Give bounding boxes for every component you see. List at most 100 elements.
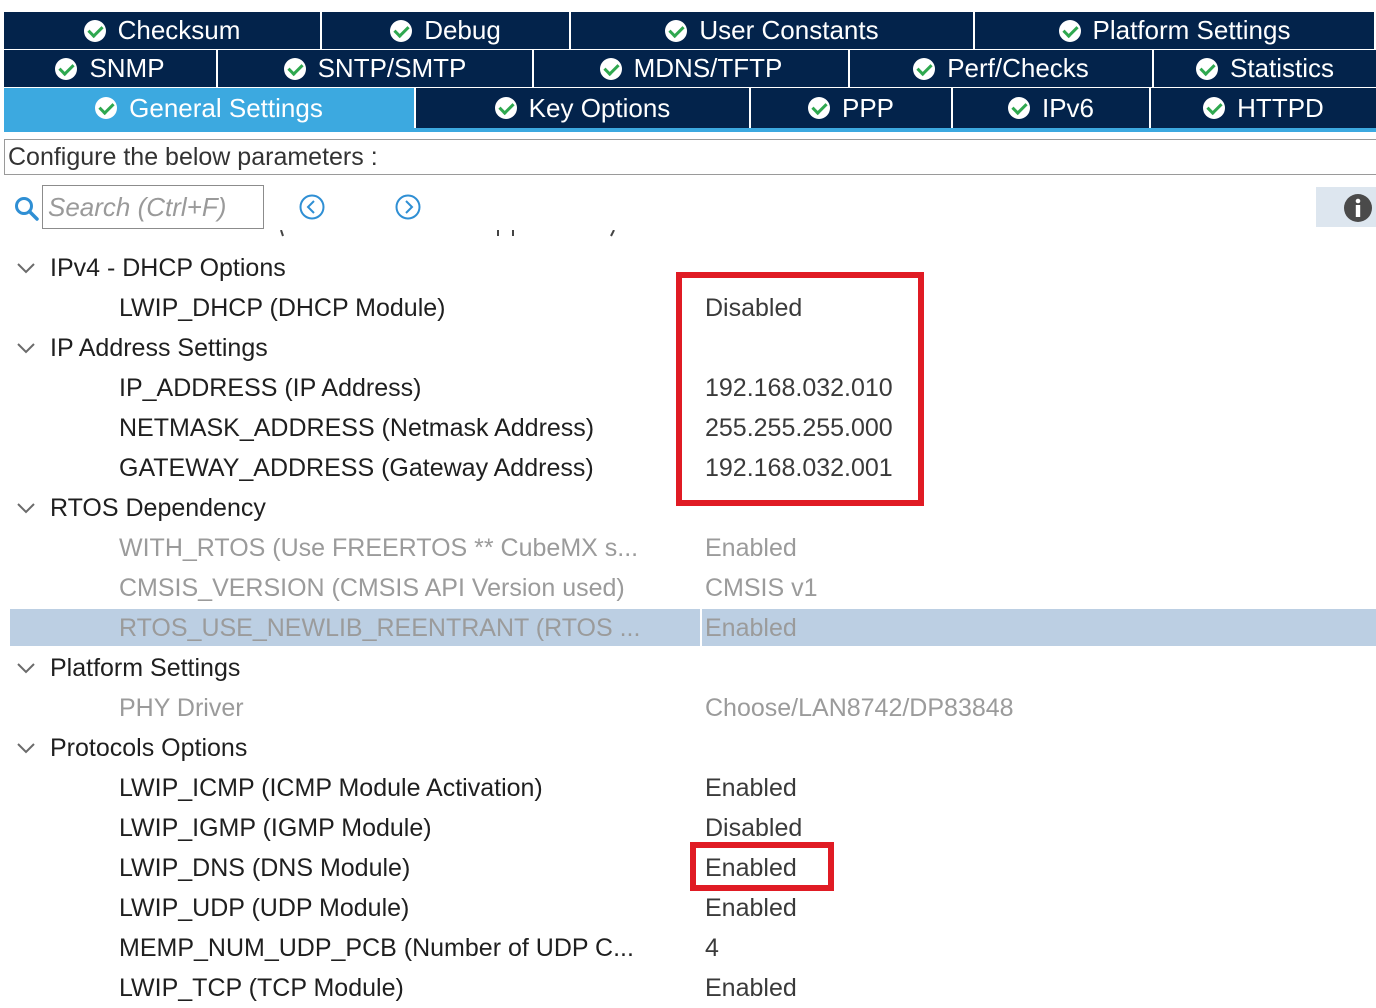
next-match-icon[interactable] [394, 193, 422, 221]
tab-label: SNTP/SMTP [317, 53, 467, 83]
check-circle-icon [83, 19, 106, 42]
tab-label: SNMP [89, 53, 165, 83]
tab-label: Debug [424, 15, 501, 45]
tab-general-settings[interactable]: General Settings [4, 88, 414, 128]
tab-checksum[interactable]: Checksum [4, 12, 320, 49]
tab-ppp[interactable]: PPP [751, 88, 951, 128]
param-value[interactable]: CMSIS v1 [705, 574, 818, 603]
tab-snmp[interactable]: SNMP [4, 50, 216, 87]
tab-label: General Settings [129, 92, 323, 123]
tab-key-options[interactable]: Key Options [416, 88, 749, 128]
check-circle-icon [95, 97, 118, 119]
tab-mdns-tftp[interactable]: MDNS/TFTP [534, 50, 848, 87]
configure-parameters-label: Configure the below parameters : [4, 139, 1376, 175]
tab-label: Platform Settings [1092, 15, 1291, 45]
highlight-box-dns [690, 842, 834, 891]
param-name: LWIP_TCP (TCP Module) [119, 974, 404, 1002]
info-icon[interactable] [1343, 193, 1373, 223]
check-circle-icon [913, 57, 936, 80]
param-value[interactable]: Enabled [705, 534, 797, 563]
param-row[interactable]: LWIP_IGMP (IGMP Module) Disabled [0, 808, 1376, 848]
param-value[interactable]: Choose/LAN8742/DP83848 [705, 694, 1014, 723]
param-value[interactable]: Disabled [705, 814, 802, 843]
param-name: IP_ADDRESS (IP Address) [119, 374, 422, 402]
tab-sntp-smtp[interactable]: SNTP/SMTP [218, 50, 532, 87]
param-name: LWIP_ICMP (ICMP Module Activation) [119, 774, 543, 802]
tab-label: IPv6 [1041, 92, 1095, 123]
param-row[interactable]: LWIP_UDP (UDP Module) Enabled [0, 888, 1376, 928]
tab-row-1: Checksum Debug User Constants Platform Sett… [4, 12, 1376, 49]
param-row[interactable]: MEMP_NUM_UDP_PCB (Number of UDP C... 4 [0, 928, 1376, 968]
tab-label: Key Options [528, 92, 671, 123]
check-circle-icon [1195, 57, 1218, 80]
check-circle-icon [494, 97, 517, 119]
param-name: LWIP_UDP (UDP Module) [119, 894, 410, 922]
tab-debug[interactable]: Debug [322, 12, 569, 49]
tab-row-3: General Settings Key Options PPP IPv6 HTTPD [4, 88, 1376, 128]
param-name: MEMP_NUM_UDP_PCB (Number of UDP C... [119, 934, 634, 962]
param-name: NETMASK_ADDRESS (Netmask Address) [119, 414, 595, 442]
param-value[interactable]: Enabled [705, 894, 797, 923]
param-row[interactable]: CMSIS_VERSION (CMSIS API Version used) CM… [0, 568, 1376, 608]
check-circle-icon [390, 19, 413, 42]
param-name: PHY Driver [119, 694, 244, 722]
highlight-box-ip-settings [676, 272, 924, 506]
param-name: WITH_RTOS (Use FREERTOS ** CubeMX s... [119, 534, 639, 562]
group-title: IP Address Settings [50, 334, 268, 362]
chevron-down-icon[interactable] [16, 338, 36, 358]
tab-httpd[interactable]: HTTPD [1151, 88, 1376, 128]
param-row[interactable]: RTOS_USE_NEWLIB_REENTRANT (RTOS ... Enabl… [0, 608, 1376, 648]
tab-user-constants[interactable]: User Constants [571, 12, 973, 49]
tab-label: User Constants [699, 15, 879, 45]
tab-platform-settings[interactable]: Platform Settings [975, 12, 1374, 49]
param-row[interactable]: LWIP_TCP (TCP Module) Enabled [0, 968, 1376, 1008]
param-row[interactable]: WITH_RTOS (Use FREERTOS ** CubeMX s... En… [0, 528, 1376, 568]
check-circle-icon [1203, 97, 1226, 119]
column-separator [700, 609, 702, 646]
tab-perf-checks[interactable]: Perf/Checks [850, 50, 1152, 87]
check-circle-icon [807, 97, 830, 119]
search-input[interactable] [42, 185, 264, 229]
tab-label: Statistics [1229, 53, 1335, 83]
param-value[interactable]: Enabled [705, 614, 797, 643]
chevron-down-icon[interactable] [16, 738, 36, 758]
check-circle-icon [1007, 97, 1030, 119]
check-circle-icon [1058, 19, 1081, 42]
group-title: RTOS Dependency [50, 494, 266, 522]
group-protocols-options[interactable]: Protocols Options [0, 728, 1376, 768]
group-title: Protocols Options [50, 734, 248, 762]
tab-statistics[interactable]: Statistics [1154, 50, 1376, 87]
group-title: Platform Settings [50, 654, 241, 682]
chevron-down-icon[interactable] [16, 498, 36, 518]
param-name: RTOS_USE_NEWLIB_REENTRANT (RTOS ... [119, 614, 641, 642]
param-name: LWIP_DHCP (DHCP Module) [119, 294, 446, 322]
param-name: GATEWAY_ADDRESS (Gateway Address) [119, 454, 594, 482]
scrolled-row-remnant [280, 230, 615, 237]
check-circle-icon [55, 57, 78, 80]
group-title: IPv4 - DHCP Options [50, 254, 286, 282]
check-circle-icon [283, 57, 306, 80]
check-circle-icon [665, 19, 688, 42]
previous-match-icon[interactable] [298, 193, 326, 221]
check-circle-icon [599, 57, 622, 80]
param-row[interactable]: LWIP_DNS (DNS Module) Enabled [0, 848, 1376, 888]
tab-label: PPP [841, 92, 895, 123]
tab-ipv6[interactable]: IPv6 [953, 88, 1149, 128]
param-value[interactable]: Enabled [705, 974, 797, 1003]
param-row[interactable]: LWIP_ICMP (ICMP Module Activation) Enable… [0, 768, 1376, 808]
param-name: CMSIS_VERSION (CMSIS API Version used) [119, 574, 625, 602]
tab-label: Checksum [117, 15, 241, 45]
param-value[interactable]: Enabled [705, 774, 797, 803]
param-name: LWIP_DNS (DNS Module) [119, 854, 411, 882]
search-icon[interactable] [14, 196, 40, 222]
param-value[interactable]: 4 [705, 934, 719, 963]
group-platform-settings[interactable]: Platform Settings [0, 648, 1376, 688]
tab-label: Perf/Checks [947, 53, 1089, 83]
active-tab-underline [4, 128, 1376, 132]
param-row[interactable]: PHY Driver Choose/LAN8742/DP83848 [0, 688, 1376, 728]
param-name: LWIP_IGMP (IGMP Module) [119, 814, 432, 842]
tab-label: HTTPD [1237, 92, 1324, 123]
chevron-down-icon[interactable] [16, 658, 36, 678]
tab-row-2: SNMP SNTP/SMTP MDNS/TFTP Perf/Checks Statist… [4, 50, 1376, 87]
chevron-down-icon[interactable] [16, 258, 36, 278]
